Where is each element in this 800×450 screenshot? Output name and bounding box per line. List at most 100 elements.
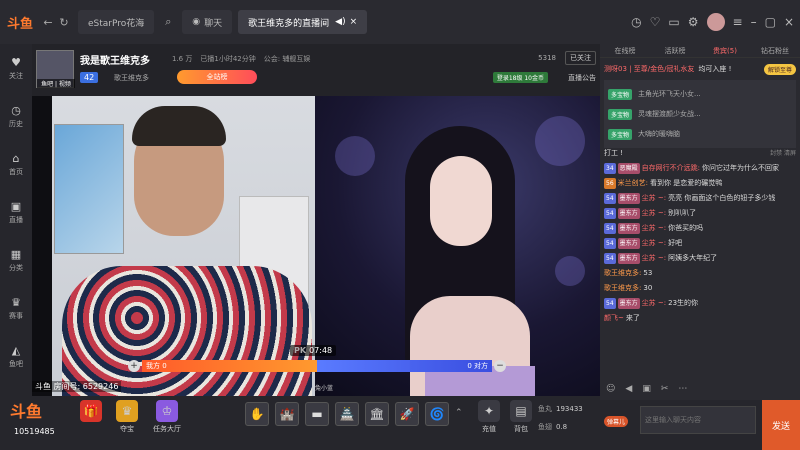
chat-message: 打工 ! 封禁 清屏: [604, 146, 796, 161]
pk-plus-icon[interactable]: +: [128, 360, 140, 372]
pk-our-side: 我方 0: [142, 360, 317, 372]
favorite-icon[interactable]: ♡: [650, 15, 661, 29]
chat-message: 54 墨东方 尘苏 ~: 阿姨多大年纪了: [604, 251, 796, 266]
list-item[interactable]: 多宝物 灵魂摆渡颜少女战...: [608, 104, 792, 124]
vip-welcome: 测呀03 | 至尊/金色/冠礼水友 均可入座 ! 解锁至尊: [600, 60, 800, 78]
username[interactable]: 颜飞~: [604, 314, 624, 322]
username[interactable]: 尘苏 ~:: [642, 194, 666, 202]
megaphone-icon[interactable]: ◀: [625, 384, 632, 394]
username[interactable]: 尘苏 ~:: [642, 299, 666, 307]
sidebar-item-fishbar[interactable]: ◭ 鱼吧: [0, 332, 32, 380]
chat-message: 54 墨东方 尘苏 ~: 23生的你: [604, 296, 796, 311]
sound-icon[interactable]: ◀): [335, 17, 345, 27]
welcome-name: 测呀03 | 至尊/金色/冠礼水友: [604, 65, 695, 73]
tab-estarpro[interactable]: eStarPro花海: [78, 10, 155, 34]
anchor-avatar[interactable]: 鱼吧 | 视频: [36, 50, 75, 88]
fish-fin-balance: 鱼翅 0.8: [538, 422, 567, 432]
minimize-icon[interactable]: –: [751, 15, 757, 29]
chat-message: 54 墨东方 尘苏 ~: 好吧: [604, 236, 796, 251]
scissors-icon[interactable]: ✂: [661, 384, 669, 394]
username[interactable]: 歌王维克多:: [604, 269, 641, 277]
level-badge: 54: [604, 208, 616, 219]
heat-value: 5318: [538, 54, 556, 62]
sidebar-item-label: 分类: [9, 263, 23, 272]
video-player[interactable]: PK 07:48 + 我方 0 0 对方 − 斗鱼 房间号: 6529246 兔小…: [32, 96, 600, 396]
more-icon[interactable]: ⋯: [678, 384, 687, 394]
message-text: 打工 !: [604, 149, 624, 157]
user-avatar[interactable]: [706, 13, 725, 31]
gift-slot[interactable]: 🌀: [425, 402, 449, 426]
username[interactable]: 尘苏 ~:: [642, 209, 666, 217]
bag-button[interactable]: ▤ 背包: [504, 400, 538, 434]
followed-button[interactable]: 已关注: [565, 51, 596, 65]
search-icon[interactable]: ⌕: [160, 15, 176, 29]
tab-vip[interactable]: 贵宾(5): [700, 44, 750, 57]
gift-slot[interactable]: ✋: [245, 402, 269, 426]
barrage-style-button[interactable]: 弹幕儿: [604, 416, 629, 427]
username[interactable]: 尘苏 ~:: [642, 254, 666, 262]
message-text: 别叭叭了: [668, 209, 697, 217]
pk-minus-icon[interactable]: −: [494, 360, 506, 372]
sidebar-item-esports[interactable]: ♛ 赛事: [0, 284, 32, 332]
unlock-button[interactable]: 解锁至尊: [763, 63, 796, 75]
chat-input[interactable]: [640, 406, 756, 434]
username[interactable]: 自存网行不介远跳:: [642, 164, 700, 172]
gift-slot[interactable]: 🏛: [365, 402, 389, 426]
close-icon[interactable]: ×: [350, 17, 358, 27]
chat-message: 54 墨东方 尘苏 ~: 你爸买的吗: [604, 221, 796, 236]
username[interactable]: 歌王维克多:: [604, 284, 641, 292]
refresh-icon[interactable]: ↻: [56, 16, 72, 29]
send-button[interactable]: 发送: [762, 400, 800, 450]
chat-message: 歌王维克多: 30: [604, 281, 796, 296]
gift-slot[interactable]: 🏰: [275, 402, 299, 426]
window-close-icon[interactable]: ×: [784, 15, 794, 29]
gift-box-button[interactable]: 🎁: [74, 400, 108, 424]
message-icon[interactable]: ▭: [668, 15, 679, 29]
sidebar-item-history[interactable]: ◷ 历史: [0, 92, 32, 140]
username[interactable]: 尘苏 ~:: [642, 224, 666, 232]
list-item[interactable]: 多宝物 大嗨的暖嗨脑: [608, 124, 792, 144]
sidebar-item-home[interactable]: ⌂ 首页: [0, 140, 32, 188]
username[interactable]: 米兰创艺:: [618, 179, 648, 187]
tab-active-rank[interactable]: 活跃榜: [650, 44, 700, 57]
bokeh-light: [535, 116, 585, 166]
sidebar-item-live[interactable]: ▣ 直播: [0, 188, 32, 236]
tab-diamond-fans[interactable]: 钻石粉丝: [750, 44, 800, 57]
chat-message: 歌王维克多: 53: [604, 266, 796, 281]
gift-small-icon[interactable]: ▣: [642, 384, 651, 394]
avatar-tag[interactable]: 鱼吧 | 视频: [37, 79, 75, 88]
guild-name[interactable]: 公会: 辅舰互娱: [264, 54, 311, 64]
sidebar-item-category[interactable]: ▦ 分类: [0, 236, 32, 284]
ranking-button[interactable]: 全站榜: [177, 70, 257, 84]
notice-button[interactable]: 直播公告: [568, 73, 596, 83]
username[interactable]: 尘苏 ~:: [642, 239, 666, 247]
level-badge: 54: [604, 253, 616, 264]
maximize-icon[interactable]: ▢: [765, 15, 776, 29]
tab-label: eStarPro花海: [88, 18, 145, 29]
anchor-name[interactable]: 歌王维克多: [114, 73, 149, 83]
task-hall-button[interactable]: ♔ 任务大厅: [150, 400, 184, 434]
gift-slot[interactable]: ▬: [305, 402, 329, 426]
tab-chat[interactable]: ◉ 聊天: [182, 10, 233, 34]
moderation-tools[interactable]: 封禁 清屏: [770, 148, 796, 159]
back-icon[interactable]: ←: [40, 16, 56, 29]
douyu-logo[interactable]: 斗鱼: [0, 0, 40, 44]
treasure-button[interactable]: ♛ 夺宝: [110, 400, 144, 434]
expand-gifts-icon[interactable]: ⌃: [455, 408, 463, 418]
gift-slot[interactable]: 🏯: [335, 402, 359, 426]
settings-icon[interactable]: ⚙: [688, 15, 699, 29]
emoji-icon[interactable]: ☺: [606, 384, 615, 394]
tab-online-rank[interactable]: 在线榜: [600, 44, 650, 57]
welcome-text: 均可入座 !: [698, 65, 732, 73]
recharge-button[interactable]: ✦ 充值: [472, 400, 506, 434]
gift-slot[interactable]: 🚀: [395, 402, 419, 426]
window-controls: ◷ ♡ ▭ ⚙ ≡ – ▢ ×: [631, 0, 794, 44]
list-item[interactable]: 多宝物 主角光环飞天小女...: [608, 84, 792, 104]
chat-message: 54 墨东方 尘苏 ~: 亮亮 你画面这个白色的钮子多少钱: [604, 191, 796, 206]
login-gift-badge[interactable]: 登录18级 10金币: [492, 72, 548, 83]
tab-live-room[interactable]: 歌王维克多的直播间 ◀) ×: [238, 10, 368, 34]
sidebar-item-follow[interactable]: ♥ 关注: [0, 44, 32, 92]
menu-icon[interactable]: ≡: [733, 15, 743, 29]
fan-badge: 墨东方: [617, 298, 640, 309]
history-icon[interactable]: ◷: [631, 15, 641, 29]
